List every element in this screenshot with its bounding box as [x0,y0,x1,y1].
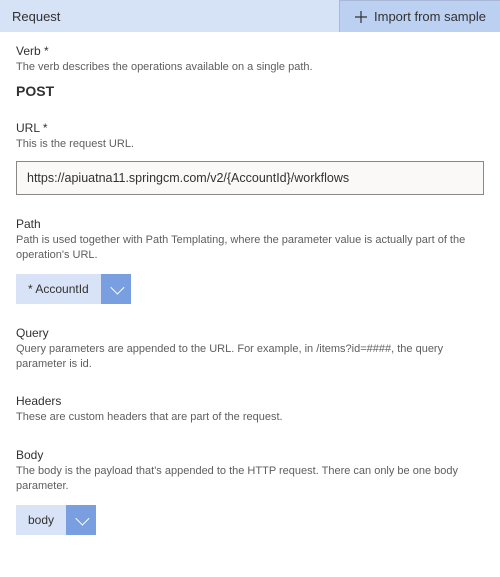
query-desc: Query parameters are appended to the URL… [16,342,484,373]
headers-section: Headers These are custom headers that ar… [16,394,484,425]
body-section: Body The body is the payload that's appe… [16,448,484,535]
headers-desc: These are custom headers that are part o… [16,410,484,425]
query-section: Query Query parameters are appended to t… [16,326,484,373]
plus-icon [354,10,368,24]
url-label: URL * [16,121,484,135]
chevron-down-icon [75,511,89,525]
panel-title: Request [0,0,339,32]
body-desc: The body is the payload that's appended … [16,464,484,495]
verb-desc: The verb describes the operations availa… [16,60,484,75]
path-param-dropdown[interactable] [101,274,131,304]
body-param-dropdown[interactable] [66,505,96,535]
path-section: Path Path is used together with Path Tem… [16,217,484,304]
path-label: Path [16,217,484,231]
verb-label: Verb * [16,44,484,58]
import-button-label: Import from sample [374,9,486,24]
url-input[interactable] [16,161,484,195]
panel-header: Request Import from sample [0,0,500,32]
verb-value: POST [16,83,484,99]
body-param-label: body [16,505,66,535]
path-desc: Path is used together with Path Templati… [16,233,484,264]
import-from-sample-button[interactable]: Import from sample [339,0,500,32]
verb-section: Verb * The verb describes the operations… [16,44,484,99]
url-desc: This is the request URL. [16,137,484,152]
path-param-chip[interactable]: * AccountId [16,274,131,304]
content-area: Verb * The verb describes the operations… [0,32,500,577]
body-param-chip[interactable]: body [16,505,96,535]
body-label: Body [16,448,484,462]
chevron-down-icon [110,280,124,294]
path-param-label: * AccountId [16,274,101,304]
headers-label: Headers [16,394,484,408]
url-section: URL * This is the request URL. [16,121,484,194]
query-label: Query [16,326,484,340]
